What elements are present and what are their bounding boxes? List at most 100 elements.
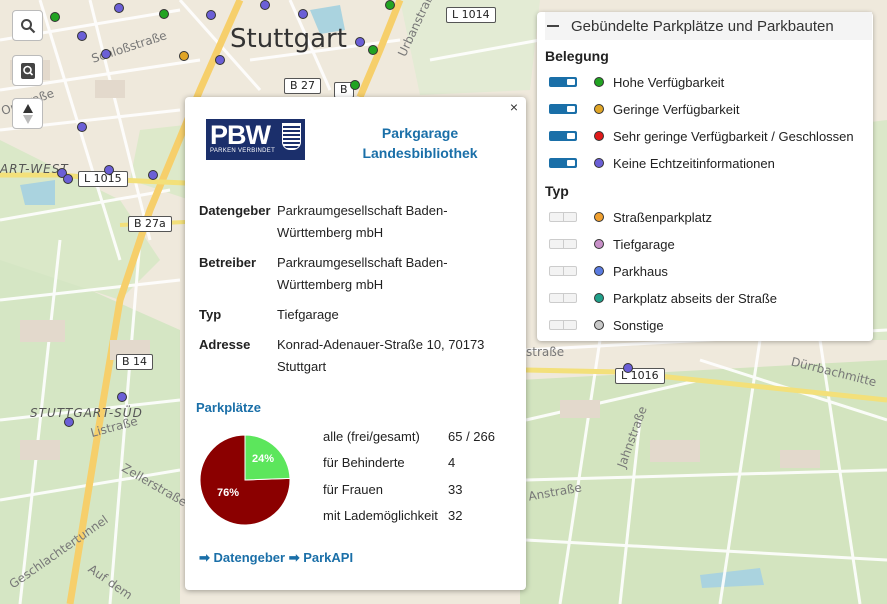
pie-label-free: 24% [252,453,274,465]
road-shield: B 14 [116,354,154,370]
parking-marker-low[interactable] [179,51,189,61]
datengeber-link[interactable]: ➡ Datengeber [199,550,285,565]
legend-dot-icon [594,104,604,114]
parking-section-title: Parkplätze [196,400,262,415]
legend-dot-icon [594,239,604,249]
parking-marker-no-realtime[interactable] [101,49,111,59]
parking-marker-no-realtime[interactable] [117,392,127,402]
road-shield: L 1014 [446,7,496,23]
popup-close-button[interactable]: × [510,99,518,115]
parking-marker-high[interactable] [368,45,378,55]
stats-row: alle (frei/gesamt) 65 / 266 [323,423,495,450]
parking-marker-no-realtime[interactable] [104,165,114,175]
occupancy-pie-chart: 24% 76% [199,434,291,526]
parkapi-link[interactable]: ➡ ParkAPI [289,550,353,565]
legend-header[interactable]: Gebündelte Parkplätze und Parkbauten [545,12,872,40]
legend-dot-icon [594,77,604,87]
legend-item-label: Hohe Verfügbarkeit [613,74,725,90]
legend-item-label: Sonstige [613,317,664,333]
info-value: Konrad-Adenauer-Straße 10, 70173 Stuttga… [277,337,485,374]
legend-dot-icon [594,158,604,168]
toggle-switch[interactable] [549,104,577,114]
link-label: Datengeber [213,550,286,565]
legend-item-label: Keine Echtzeitinformationen [613,155,775,171]
arrow-right-icon: ➡ [199,550,210,565]
info-key: Adresse [199,337,251,352]
toggle-switch[interactable] [549,131,577,141]
toggle-switch[interactable] [549,212,577,222]
stats-label: mit Lademöglichkeit [323,508,438,524]
road-shield: B 27 [284,78,322,94]
legend-item[interactable]: Hohe Verfügbarkeit [549,73,724,91]
parking-marker-high[interactable] [385,0,395,10]
info-key: Betreiber [199,255,257,270]
toggle-switch[interactable] [549,158,577,168]
toggle-switch[interactable] [549,320,577,330]
stats-value: 32 [448,508,463,524]
road-shield: L 1015 [78,171,128,187]
logo-text: PBW [210,120,271,150]
toggle-switch[interactable] [549,266,577,276]
legend-item[interactable]: Sehr geringe Verfügbarkeit / Geschlossen [549,127,854,145]
legend-item[interactable]: Tiefgarage [549,235,675,253]
toggle-switch[interactable] [549,239,577,249]
legend-item[interactable]: Parkplatz abseits der Straße [549,289,777,307]
parking-marker-no-realtime[interactable] [63,174,73,184]
popup-title: Parkgarage Landesbibliothek [325,123,515,163]
parking-marker-no-realtime[interactable] [206,10,216,20]
toggle-switch[interactable] [549,77,577,87]
link-label: ParkAPI [303,550,354,565]
parking-info-table: Datengeber Parkraumgesellschaft Baden-Wü… [199,200,505,386]
parking-marker-high[interactable] [50,12,60,22]
toggle-switch[interactable] [549,293,577,303]
zoom-to-extent-button[interactable] [12,55,43,86]
arrow-right-icon: ➡ [288,550,300,565]
legend-item[interactable]: Keine Echtzeitinformationen [549,154,775,172]
legend-item-label: Sehr geringe Verfügbarkeit / Geschlossen [613,128,854,144]
legend-item[interactable]: Parkhaus [549,262,668,280]
compass-north-icon [22,103,33,124]
stats-value: 4 [448,455,456,471]
parking-marker-no-realtime[interactable] [355,37,365,47]
legend-dot-icon [594,131,604,141]
info-value: Parkraumgesellschaft Baden-Württemberg m… [277,255,448,292]
legend-item-label: Geringe Verfügbarkeit [613,101,740,117]
stats-value: 65 / 266 [448,428,495,444]
legend-dot-icon [594,266,604,276]
stats-row: für Behinderte 4 [323,450,495,477]
popup-title-line: Landesbibliothek [362,145,478,161]
parking-marker-high[interactable] [159,9,169,19]
info-row: Betreiber Parkraumgesellschaft Baden-Wür… [199,252,505,304]
search-button[interactable] [12,10,43,41]
legend-section-title: Belegung [545,48,609,64]
parking-marker-no-realtime[interactable] [64,417,74,427]
parking-marker-no-realtime[interactable] [623,363,633,373]
logo-subtext: PARKEN VERBINDET [210,148,276,154]
map-street-label: straße [526,345,565,359]
legend-dot-icon [594,320,604,330]
parking-marker-no-realtime[interactable] [114,3,124,13]
parking-marker-no-realtime[interactable] [77,31,87,41]
legend-item[interactable]: Sonstige [549,316,664,334]
collapse-icon[interactable] [547,25,559,27]
stats-value: 33 [448,481,463,497]
crest-icon [282,123,301,150]
popup-links: ➡ Datengeber ➡ ParkAPI [199,550,353,566]
legend-item[interactable]: Geringe Verfügbarkeit [549,100,739,118]
parking-marker-no-realtime[interactable] [298,9,308,19]
legend-title: Gebündelte Parkplätze und Parkbauten [571,17,834,35]
search-icon [20,18,35,33]
legend-item[interactable]: Straßenparkplatz [549,208,712,226]
parking-marker-no-realtime[interactable] [77,122,87,132]
info-value: Parkraumgesellschaft Baden-Württemberg m… [277,203,448,240]
magnifier-extent-icon [20,62,35,79]
info-value: Tiefgarage [277,307,339,322]
parking-marker-no-realtime[interactable] [215,55,225,65]
parking-marker-no-realtime[interactable] [148,170,158,180]
parking-marker-no-realtime[interactable] [260,0,270,10]
legend-panel: Gebündelte Parkplätze und Parkbauten Bel… [537,12,873,341]
compass-button[interactable] [12,98,43,129]
parking-marker-high[interactable] [350,80,360,90]
pie-label-occupied: 76% [217,487,239,499]
stats-label: für Behinderte [323,455,405,471]
